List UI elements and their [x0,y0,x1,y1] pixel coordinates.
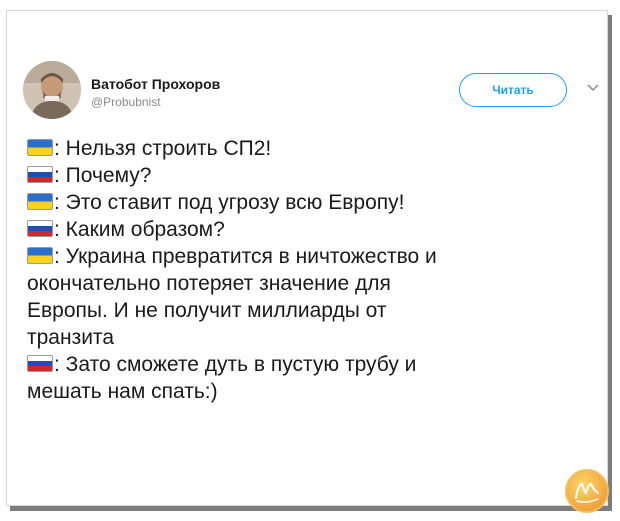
russia-flag-icon [27,220,53,237]
tweet-line: Европы. И не получит миллиарды от [27,297,599,324]
tweet-line: окончательно потеряет значение для [27,270,599,297]
watermark-logo-art [575,482,599,503]
tweet-line-text: транзита [27,326,114,349]
tweet-line: : Зато сможете дуть в пустую трубу и [27,351,599,378]
tweet-card: Ватобот Прохоров @Probubnist Читать : Не… [6,10,609,513]
tweet-line-text: : Нельзя строить СП2! [54,137,272,160]
tweet-line-text: : Это ставит под угрозу всю Европу! [54,191,405,214]
ukraine-flag-icon [27,139,53,156]
tweet-line-text: : Украина превратится в ничтожество и [54,245,437,268]
tweet-text: : Нельзя строить СП2! : Почему? : Это ст… [27,135,599,405]
tweet-line: мешать нам спать:) [27,378,599,405]
follow-button[interactable]: Читать [459,73,567,107]
tweet-line: : Почему? [27,162,599,189]
tweet-line: : Это ставит под угрозу всю Европу! [27,189,599,216]
avatar[interactable] [23,61,81,119]
tweet-line-text: мешать нам спать:) [27,380,218,403]
russia-flag-icon [27,355,53,372]
chevron-down-icon[interactable] [586,81,600,95]
author-block: Ватобот Прохоров @Probubnist [91,75,220,111]
tweet-line-text: окончательно потеряет значение для [27,272,391,295]
tweet-line: : Нельзя строить СП2! [27,135,599,162]
ukraine-flag-icon [27,193,53,210]
watermark-logo [565,469,609,513]
author-name[interactable]: Ватобот Прохоров [91,75,220,93]
tweet-line-text: : Почему? [54,164,152,187]
author-handle[interactable]: @Probubnist [91,93,220,111]
ukraine-flag-icon [27,247,53,264]
tweet-line: : Украина превратится в ничтожество и [27,243,599,270]
avatar-image [23,61,81,119]
tweet-line: транзита [27,324,599,351]
tweet-line-text: : Зато сможете дуть в пустую трубу и [54,353,417,376]
russia-flag-icon [27,166,53,183]
tweet-line-text: : Каким образом? [54,218,225,241]
tweet-line: : Каким образом? [27,216,599,243]
tweet-line-text: Европы. И не получит миллиарды от [27,299,387,322]
